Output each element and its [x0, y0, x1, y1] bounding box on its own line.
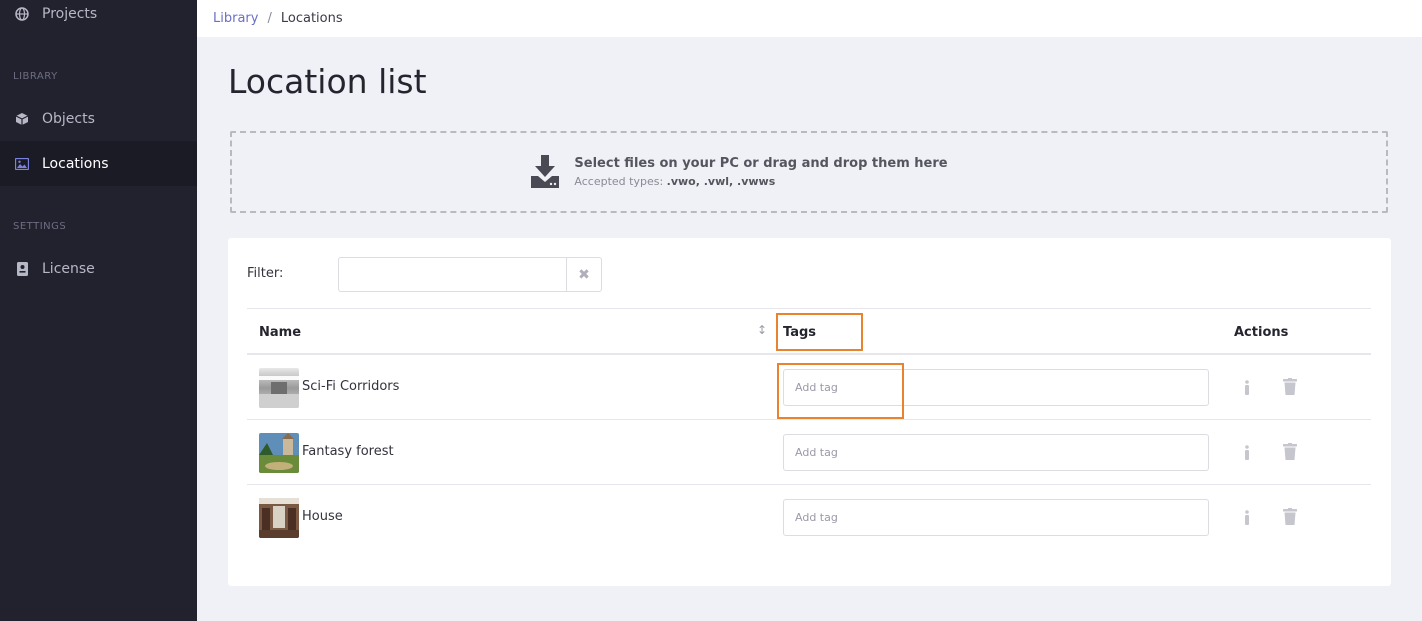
sidebar-item-label: Objects: [42, 110, 95, 127]
column-header-tags: Tags: [783, 325, 817, 340]
sidebar-item-objects[interactable]: Objects: [0, 96, 197, 141]
file-dropzone[interactable]: Select files on your PC or drag and drop…: [230, 131, 1388, 213]
globe-icon: [14, 6, 30, 22]
breadcrumb: Library / Locations: [197, 0, 1422, 37]
close-icon: ✖: [578, 266, 590, 283]
location-thumbnail: [259, 498, 299, 538]
license-icon: [14, 261, 30, 277]
table-header: Name ↕ Tags Actions: [247, 308, 1371, 355]
filter-input[interactable]: [338, 257, 568, 292]
breadcrumb-current: Locations: [280, 11, 343, 26]
trash-icon[interactable]: [1283, 378, 1297, 396]
location-table-card: Filter: ✖ Name ↕ Tags Actions Sci-Fi Cor…: [228, 238, 1391, 586]
trash-icon[interactable]: [1283, 443, 1297, 461]
trash-icon[interactable]: [1283, 508, 1297, 526]
sort-icon[interactable]: ↕: [757, 323, 767, 337]
sidebar-item-label: Locations: [42, 155, 109, 172]
image-icon: [14, 156, 30, 172]
page-title: Location list: [228, 62, 427, 101]
column-header-actions: Actions: [1234, 325, 1289, 340]
sidebar-section-library: LIBRARY: [13, 71, 58, 82]
table-row: Sci-Fi Corridors: [247, 355, 1371, 420]
filter-label: Filter:: [247, 266, 284, 281]
location-name: House: [302, 509, 343, 524]
add-tag-input[interactable]: [783, 369, 1209, 406]
add-tag-input[interactable]: [783, 434, 1209, 471]
sidebar-item-projects[interactable]: Projects: [0, 0, 197, 36]
dropzone-main-text: Select files on your PC or drag and drop…: [574, 156, 948, 171]
info-icon[interactable]: [1240, 378, 1254, 396]
add-tag-input[interactable]: [783, 499, 1209, 536]
download-icon: [530, 155, 560, 189]
sidebar-item-label: License: [42, 260, 95, 277]
cube-icon: [14, 111, 30, 127]
sidebar-item-label: Projects: [42, 5, 98, 22]
filter-clear-button[interactable]: ✖: [566, 257, 602, 292]
location-thumbnail: [259, 433, 299, 473]
column-header-name[interactable]: Name: [259, 325, 301, 340]
dropzone-accepted-types: Accepted types: .vwo, .vwl, .vwws: [574, 175, 947, 188]
table-row: House: [247, 485, 1371, 550]
sidebar-item-license[interactable]: License: [0, 246, 197, 291]
sidebar-item-locations[interactable]: Locations: [0, 141, 197, 186]
info-icon[interactable]: [1240, 443, 1254, 461]
table-row: Fantasy forest: [247, 420, 1371, 485]
sidebar-section-settings: SETTINGS: [13, 221, 67, 232]
breadcrumb-library-link[interactable]: Library: [213, 11, 258, 26]
accepted-types-prefix: Accepted types:: [574, 175, 664, 188]
accepted-types-list: .vwo, .vwl, .vwws: [666, 175, 776, 188]
info-icon[interactable]: [1240, 508, 1254, 526]
breadcrumb-separator: /: [267, 11, 272, 26]
location-name: Sci-Fi Corridors: [302, 379, 400, 394]
dropzone-text: Select files on your PC or drag and drop…: [574, 156, 947, 188]
sidebar: Projects LIBRARY Objects Locations SETTI…: [0, 0, 197, 621]
location-thumbnail: [259, 368, 299, 408]
location-name: Fantasy forest: [302, 444, 394, 459]
